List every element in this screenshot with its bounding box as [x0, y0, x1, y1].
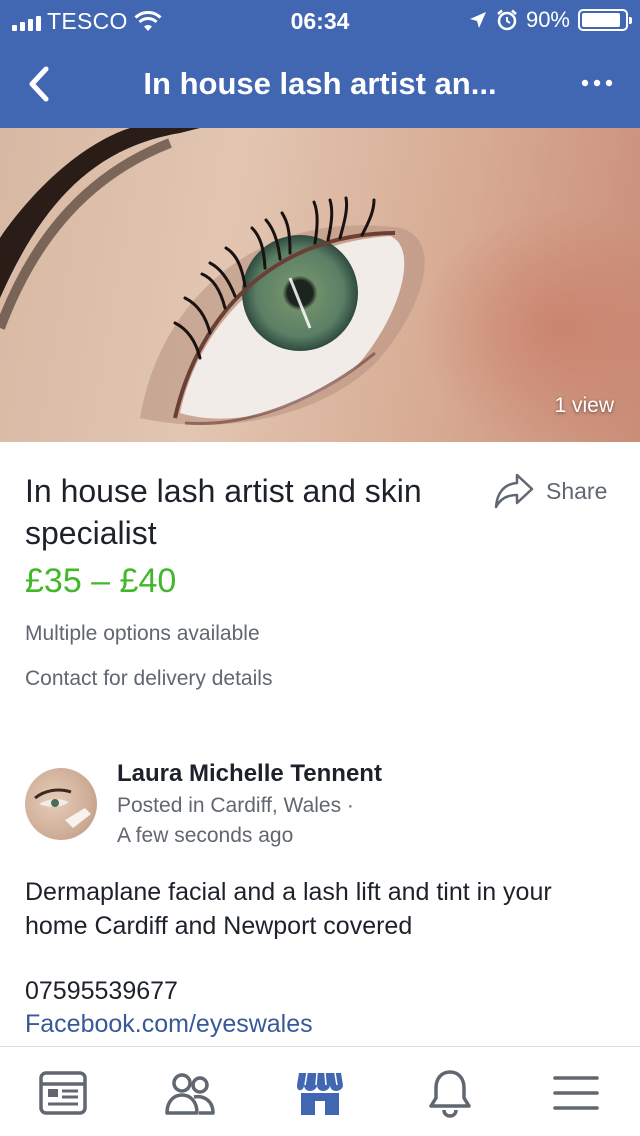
- tab-menu[interactable]: [546, 1065, 606, 1121]
- options-note: Multiple options available: [25, 622, 260, 645]
- menu-icon: [553, 1076, 599, 1110]
- view-count: 1 view: [554, 394, 614, 417]
- page-title: In house lash artist an...: [143, 66, 497, 101]
- avatar-photo: [34, 788, 91, 828]
- share-arrow-icon: [494, 473, 534, 509]
- seller-name[interactable]: Laura Michelle Tennent: [117, 760, 382, 788]
- bottom-tab-bar: [0, 1046, 640, 1136]
- alarm-icon: [497, 9, 517, 31]
- marketplace-icon: [297, 1072, 343, 1115]
- listing-photo[interactable]: 1 view: [0, 128, 640, 442]
- battery-icon: [578, 9, 632, 31]
- seller-avatar[interactable]: [25, 768, 97, 840]
- phone-number[interactable]: 07595539677: [25, 977, 178, 1006]
- share-button[interactable]: Share: [494, 470, 607, 512]
- listing-title: In house lash artist and skin specialist: [25, 473, 422, 551]
- status-bar: TESCO 06:34 90%: [0, 0, 640, 40]
- notifications-icon: [429, 1070, 471, 1118]
- nav-bar: In house lash artist an...: [0, 44, 640, 128]
- seller-location: Posted in Cardiff, Wales ·: [117, 794, 354, 817]
- tab-notifications[interactable]: [420, 1065, 480, 1121]
- top-bar: TESCO 06:34 90% In house lash artist an.…: [0, 0, 640, 128]
- more-options-icon[interactable]: [580, 68, 614, 98]
- groups-icon: [165, 1073, 215, 1115]
- tab-marketplace[interactable]: [290, 1065, 350, 1121]
- status-right: 90%: [468, 7, 632, 33]
- tab-groups[interactable]: [160, 1065, 220, 1121]
- listing-price: £35 – £40: [25, 562, 177, 600]
- delivery-note: Contact for delivery details: [25, 667, 273, 690]
- news-feed-icon: [39, 1071, 87, 1115]
- location-arrow-icon: [469, 12, 486, 28]
- tab-news-feed[interactable]: [33, 1065, 93, 1121]
- eye-photo-illustration: [0, 128, 640, 442]
- listing-description: Dermaplane facial and a lash lift and ti…: [25, 878, 552, 940]
- posted-time: A few seconds ago: [117, 824, 294, 847]
- share-label: Share: [546, 477, 608, 504]
- facebook-link[interactable]: Facebook.com/eyeswales: [25, 1010, 313, 1039]
- battery-percent: 90%: [525, 7, 570, 32]
